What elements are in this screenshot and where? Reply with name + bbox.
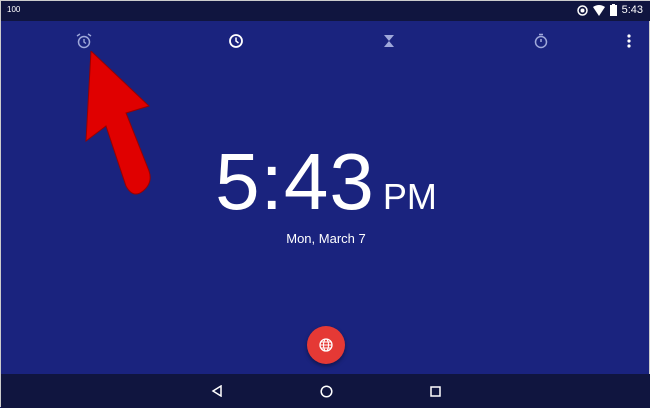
home-button[interactable]: [317, 382, 335, 400]
stopwatch-icon: [534, 33, 548, 49]
tab-clock[interactable]: [224, 29, 248, 53]
home-icon: [319, 384, 333, 398]
clock-ampm: PM: [382, 176, 437, 217]
clock-icon: [229, 34, 243, 48]
wifi-icon: [592, 4, 605, 16]
globe-icon: [319, 338, 333, 352]
battery-percent: 100: [7, 5, 21, 14]
navigation-bar: [1, 374, 650, 408]
more-vert-icon: [627, 34, 631, 48]
digital-clock: 5:43 PM: [1, 136, 650, 228]
alarm-icon: [76, 33, 92, 49]
status-bar: 100 5:43: [1, 1, 650, 21]
sync-icon: [576, 4, 588, 16]
recents-icon: [429, 385, 441, 397]
tab-stopwatch[interactable]: [529, 29, 553, 53]
world-clock-button[interactable]: [307, 326, 345, 364]
more-options-button[interactable]: [617, 29, 641, 53]
clock-time: 5:43: [215, 137, 375, 226]
back-button[interactable]: [208, 382, 226, 400]
recents-button[interactable]: [426, 382, 444, 400]
status-time: 5:43: [621, 4, 643, 16]
clock-date: Mon, March 7: [286, 231, 366, 246]
hourglass-icon: [384, 35, 394, 47]
battery-icon: [609, 4, 617, 16]
back-icon: [211, 385, 222, 397]
tab-alarm[interactable]: [72, 29, 96, 53]
tab-timer[interactable]: [377, 29, 401, 53]
